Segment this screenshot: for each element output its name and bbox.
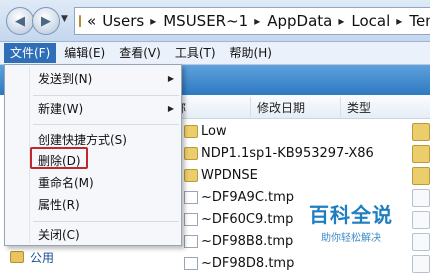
file-name: ~DF9A9C.tmp <box>201 190 295 205</box>
file-icon[interactable] <box>412 189 430 207</box>
address-bar: ◀ ▶ ▼ « Users ▸ MSUSER~1 ▸ AppData ▸ Loc… <box>0 0 430 42</box>
file-icon <box>184 213 198 226</box>
breadcrumb-msuser[interactable]: MSUSER~1 <box>163 12 248 30</box>
breadcrumb-temp[interactable]: Temp <box>409 12 430 30</box>
delete-highlight-box <box>30 147 88 169</box>
column-divider[interactable] <box>250 97 251 117</box>
submenu-arrow-icon: ▶ <box>167 104 174 113</box>
file-icon <box>184 191 198 204</box>
file-icon[interactable] <box>412 211 430 229</box>
menu-item-label: 发送到(N) <box>38 72 93 86</box>
menu-item-properties[interactable]: 属性(R) <box>38 195 80 215</box>
folder-icon[interactable] <box>412 123 430 141</box>
watermark: 百科全说 助你轻松解决 <box>292 199 410 251</box>
column-header: 称 修改日期 类型 <box>164 95 430 119</box>
breadcrumb-users[interactable]: Users <box>102 12 144 30</box>
file-row[interactable]: Low <box>164 121 410 142</box>
file-row[interactable]: ~DF98D8.tmp <box>164 253 410 274</box>
breadcrumb-appdata[interactable]: AppData <box>267 12 332 30</box>
column-type[interactable]: 类型 <box>347 99 371 116</box>
breadcrumb-local[interactable]: Local <box>351 12 390 30</box>
watermark-title: 百科全说 <box>309 203 393 227</box>
forward-arrow-icon: ▶ <box>41 13 51 29</box>
folder-icon <box>79 15 81 27</box>
folder-icon <box>184 169 198 182</box>
breadcrumb-separator-icon[interactable]: ▸ <box>396 14 402 28</box>
column-date-modified[interactable]: 修改日期 <box>257 99 305 116</box>
menu-help[interactable]: 帮助(H) <box>224 43 278 63</box>
file-name: NDP1.1sp1-KB953297-X86 <box>201 146 374 161</box>
folder-icon <box>184 125 198 138</box>
menu-divider <box>33 221 179 222</box>
menu-item-close[interactable]: 关闭(C) <box>38 225 80 245</box>
file-icon[interactable] <box>412 233 430 251</box>
file-row[interactable]: NDP1.1sp1-KB953297-X86 <box>164 143 410 164</box>
file-name: ~DF98D8.tmp <box>201 256 295 271</box>
menu-bar: 文件(F) 编辑(E) 查看(V) 工具(T) 帮助(H) <box>0 42 430 65</box>
submenu-arrow-icon: ▶ <box>167 74 174 83</box>
menu-divider <box>33 124 179 125</box>
menu-file[interactable]: 文件(F) <box>4 43 57 63</box>
back-button[interactable]: ◀ <box>6 7 34 35</box>
folder-icon <box>10 251 24 263</box>
file-row[interactable]: WPDNSE <box>164 165 410 186</box>
menu-item-send-to[interactable]: 发送到(N) ▶ <box>38 69 174 89</box>
file-icon <box>184 235 198 248</box>
file-icon <box>184 257 198 270</box>
menu-view[interactable]: 查看(V) <box>113 43 167 63</box>
watermark-subtitle: 助你轻松解决 <box>321 233 381 244</box>
breadcrumb-separator-icon[interactable]: ▸ <box>338 14 344 28</box>
nav-item-public[interactable]: 公用 <box>0 247 164 267</box>
recent-pages-dropdown-icon[interactable]: ▼ <box>61 14 68 24</box>
menu-item-new[interactable]: 新建(W) ▶ <box>38 99 174 119</box>
menu-divider <box>33 95 179 96</box>
breadcrumb-overflow[interactable]: « <box>87 12 96 30</box>
file-icon[interactable] <box>412 255 430 273</box>
column-divider[interactable] <box>340 97 341 117</box>
breadcrumb[interactable]: « Users ▸ MSUSER~1 ▸ AppData ▸ Local ▸ T… <box>74 7 430 35</box>
nav-item-label: 公用 <box>30 250 55 265</box>
menu-item-rename[interactable]: 重命名(M) <box>38 173 94 193</box>
folder-icon[interactable] <box>412 145 430 163</box>
menu-edit[interactable]: 编辑(E) <box>58 43 111 63</box>
menu-tools[interactable]: 工具(T) <box>169 43 222 63</box>
menu-item-label: 新建(W) <box>38 102 84 116</box>
file-name: ~DF98B8.tmp <box>201 234 294 249</box>
folder-icon <box>184 147 198 160</box>
back-arrow-icon: ◀ <box>15 13 25 29</box>
file-name: ~DF60C9.tmp <box>201 212 294 227</box>
breadcrumb-separator-icon[interactable]: ▸ <box>150 14 156 28</box>
folder-icon[interactable] <box>412 167 430 185</box>
file-name: WPDNSE <box>201 168 258 183</box>
breadcrumb-separator-icon[interactable]: ▸ <box>254 14 260 28</box>
forward-button[interactable]: ▶ <box>32 7 60 35</box>
file-name: Low <box>201 124 227 139</box>
